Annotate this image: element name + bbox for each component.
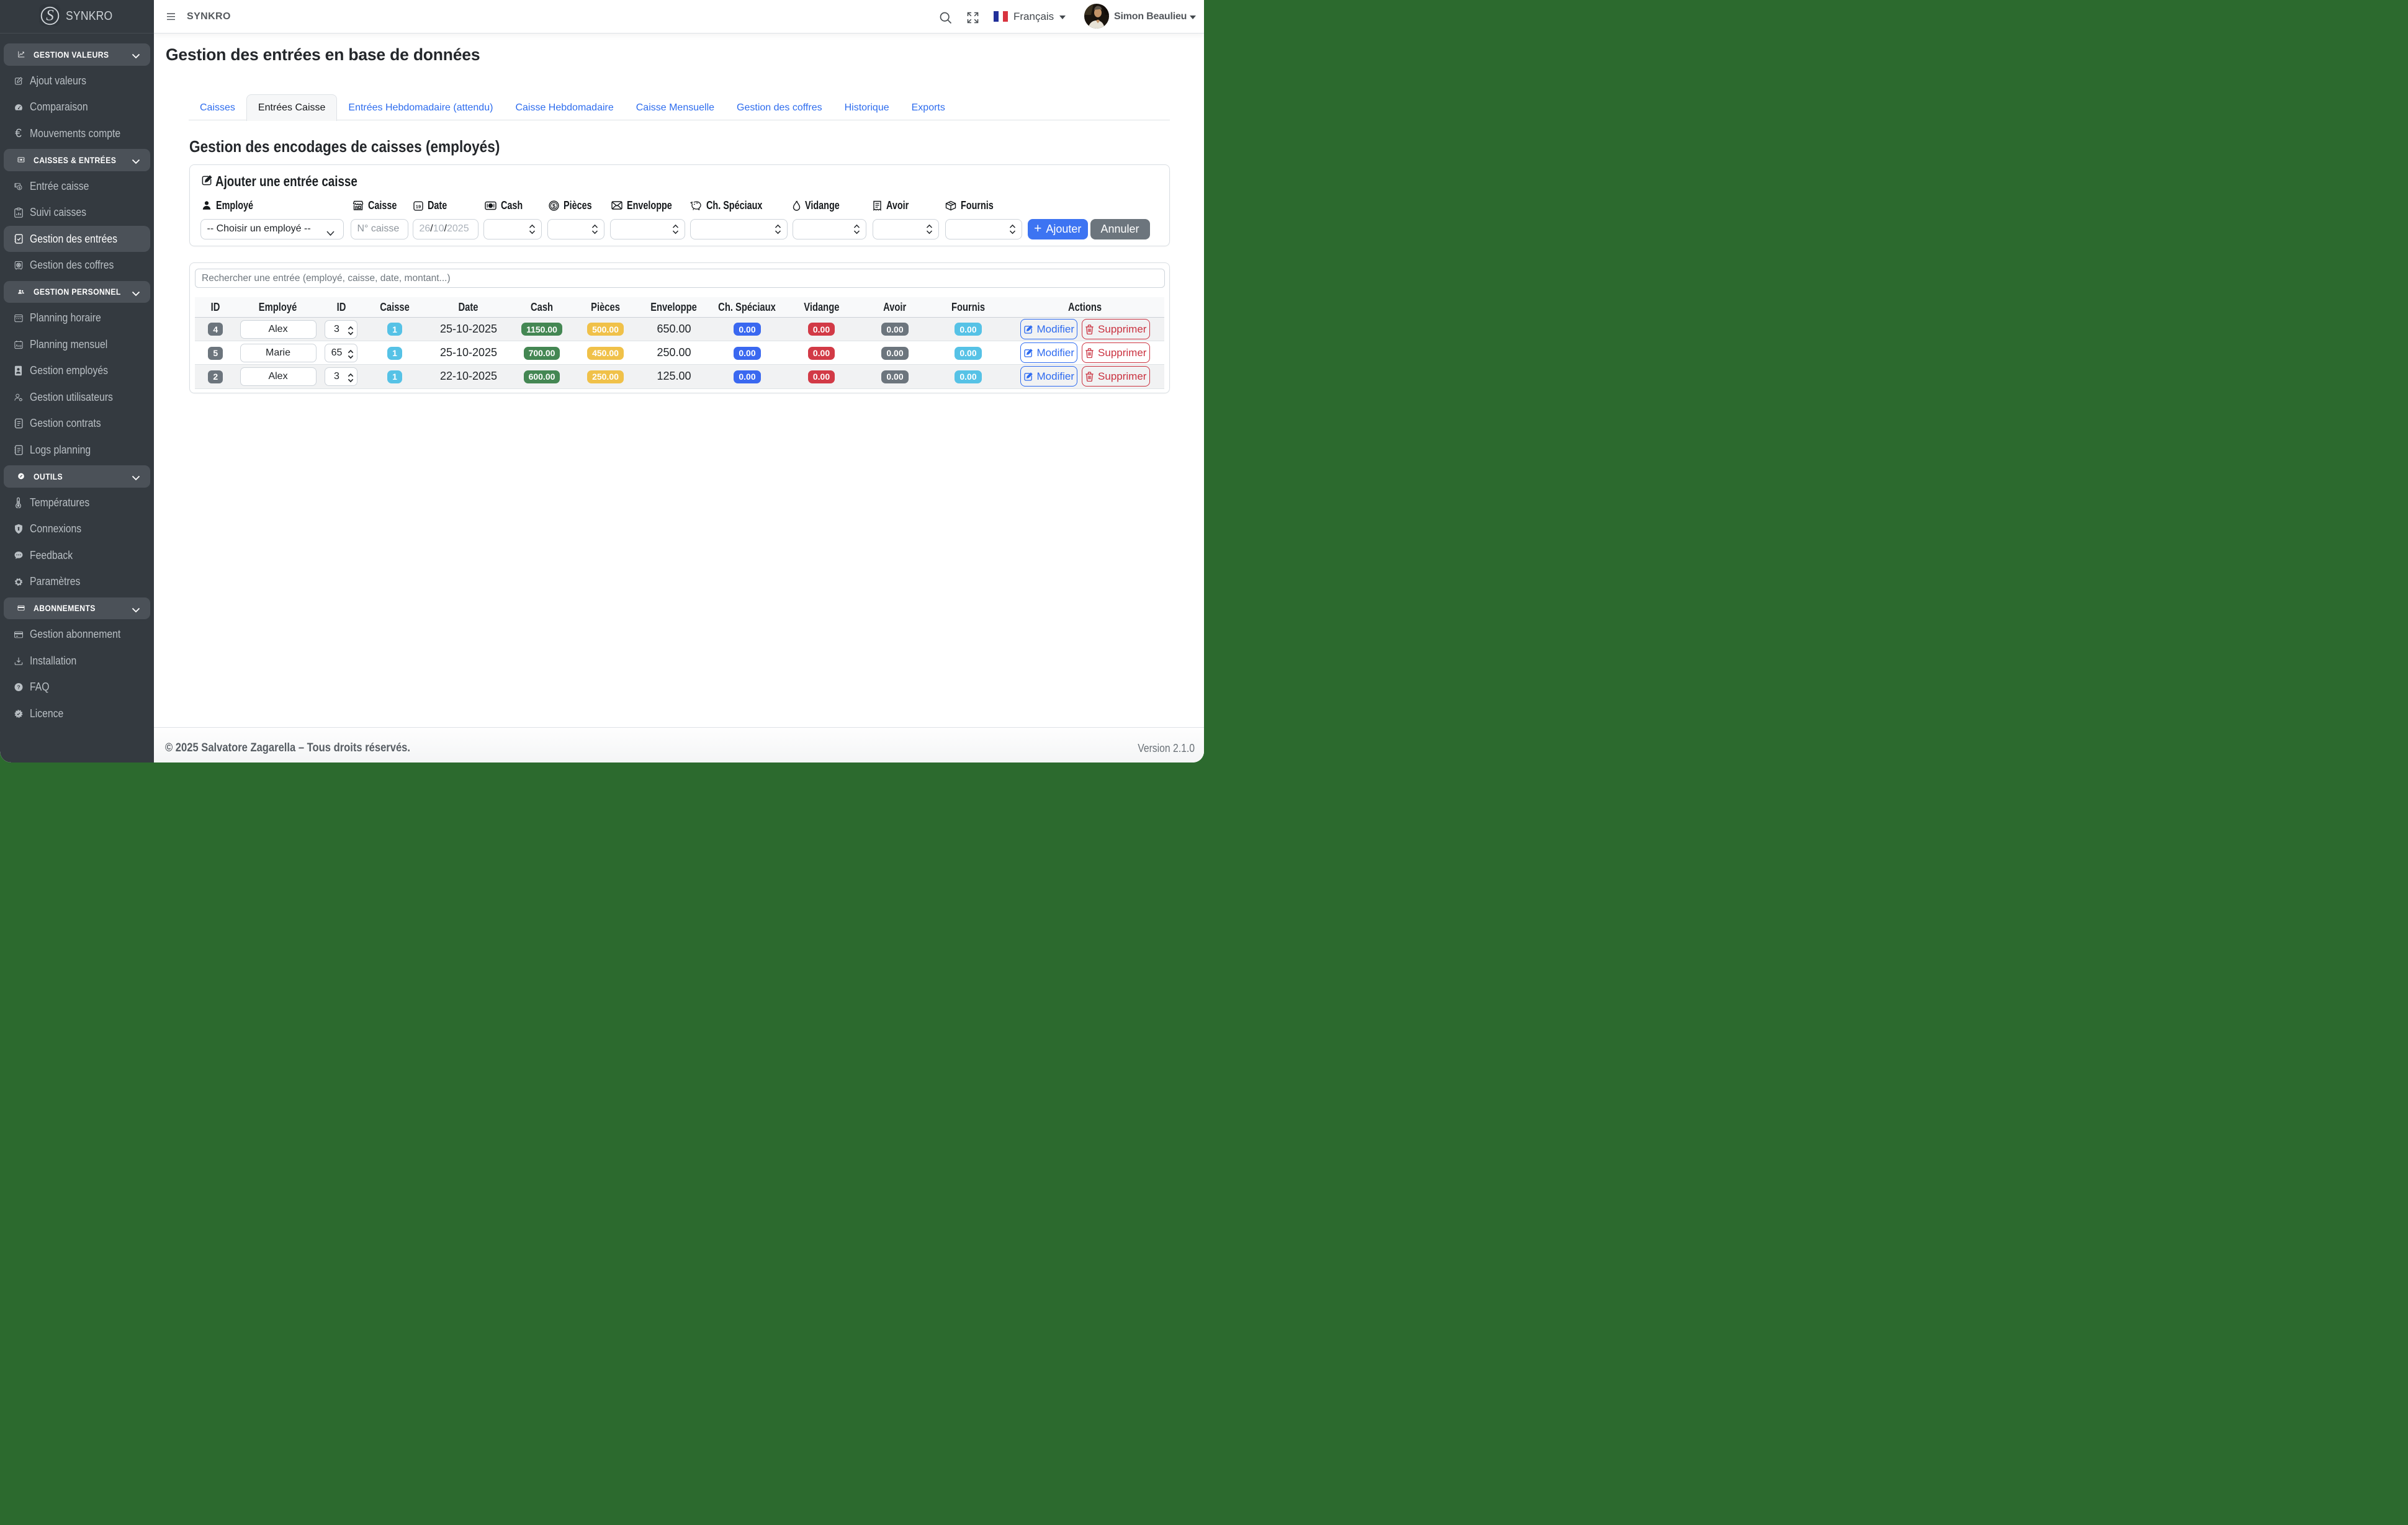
svg-text:?: ? (17, 684, 20, 691)
svg-text:Aug: Aug (16, 344, 22, 348)
svg-text:19: 19 (415, 203, 420, 209)
svg-text:$: $ (552, 203, 555, 209)
svg-text:S: S (46, 7, 54, 24)
svg-text:$: $ (18, 186, 20, 190)
